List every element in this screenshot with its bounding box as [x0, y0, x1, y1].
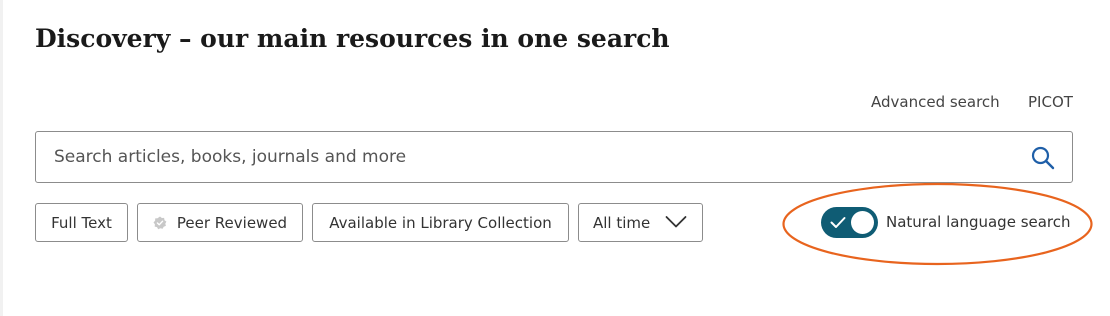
search-box [35, 131, 1073, 183]
library-collection-label: Available in Library Collection [329, 213, 552, 232]
library-collection-filter-button[interactable]: Available in Library Collection [312, 203, 569, 242]
peer-reviewed-label: Peer Reviewed [176, 213, 288, 232]
advanced-search-link[interactable]: Advanced search [871, 92, 1000, 112]
full-text-filter-button[interactable]: Full Text [35, 203, 128, 242]
verified-badge-icon [153, 216, 167, 229]
peer-reviewed-filter-button[interactable]: Peer Reviewed [137, 203, 303, 242]
full-text-label: Full Text [51, 213, 112, 232]
date-range-dropdown[interactable]: All time [578, 203, 703, 242]
checkmark-icon [830, 217, 846, 228]
toggle-knob [851, 211, 874, 234]
page-title: Discovery – our main resources in one se… [35, 24, 670, 53]
natural-language-toggle[interactable] [821, 207, 878, 238]
search-icon [1031, 146, 1055, 170]
search-button[interactable] [1030, 145, 1056, 171]
natural-language-label: Natural language search [886, 213, 1071, 231]
picot-link[interactable]: PICOT [1028, 92, 1073, 112]
search-input[interactable] [54, 132, 1014, 182]
chevron-down-icon [665, 216, 687, 228]
date-range-selected: All time [593, 213, 651, 232]
left-border [0, 0, 3, 316]
